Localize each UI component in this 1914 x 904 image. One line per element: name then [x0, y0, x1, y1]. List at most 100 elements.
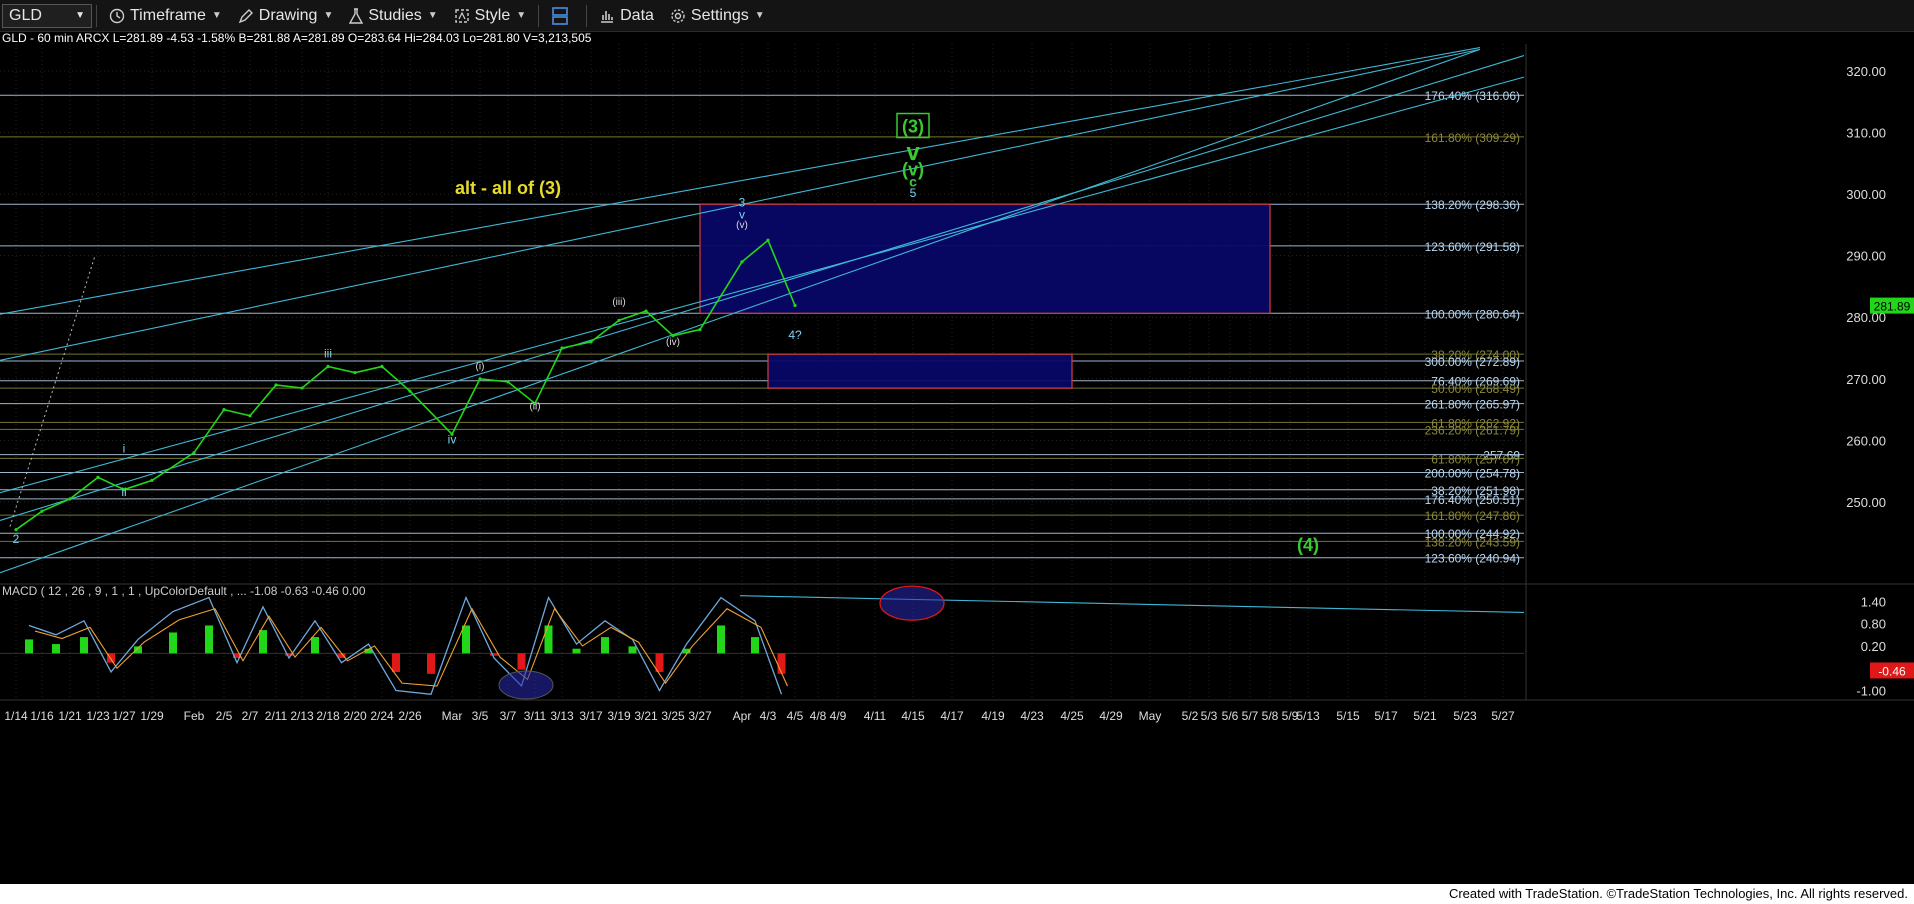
- studies-button[interactable]: Studies ▼: [341, 0, 445, 31]
- bar-chart-icon: [601, 10, 614, 23]
- macd-tick-label: -1.00: [1856, 684, 1886, 699]
- fib-level-label: 138.20% (298.36): [1425, 198, 1520, 212]
- date-tick-label: 2/20: [343, 709, 367, 723]
- date-tick-label: 2/11: [265, 709, 288, 723]
- date-tick-label: 2/26: [398, 709, 422, 723]
- macd-header: MACD ( 12 , 26 , 9 , 1 , 1 , UpColorDefa…: [2, 584, 366, 598]
- macd-histogram-bar: [427, 653, 435, 674]
- footer-bar: Created with TradeStation. ©TradeStation…: [0, 884, 1914, 904]
- date-tick-label: 5/8: [1262, 709, 1279, 723]
- price-point: [408, 389, 412, 393]
- fib-level-label: 100.00% (280.64): [1425, 307, 1520, 321]
- flask-icon: [349, 7, 364, 24]
- chevron-down-icon: ▼: [516, 10, 527, 21]
- macd-histogram-bar: [25, 639, 33, 654]
- macd-last-value: -0.46: [1878, 664, 1906, 678]
- style-button[interactable]: Style ▼: [446, 0, 534, 31]
- chevron-down-icon: ▼: [211, 10, 222, 21]
- date-tick-label: 2/18: [316, 709, 340, 723]
- fib-level-label: 161.80% (309.29): [1425, 131, 1520, 145]
- date-tick-label: 4/29: [1099, 709, 1123, 723]
- price-point: [222, 407, 226, 412]
- price-point: [300, 386, 304, 390]
- settings-button[interactable]: Settings ▼: [662, 0, 773, 31]
- wave-label: (ii): [529, 402, 540, 413]
- price-point: [644, 309, 648, 313]
- clock-icon: [109, 8, 125, 23]
- style-icon: [454, 8, 469, 23]
- price-point: [248, 414, 252, 418]
- date-tick-label: 4/23: [1020, 709, 1044, 723]
- date-tick-label: 4/8: [810, 709, 827, 723]
- price-chart[interactable]: 176.40% (316.06)161.80% (309.29)138.20% …: [0, 32, 1914, 884]
- macd-tick-label: 0.20: [1861, 639, 1886, 654]
- date-tick-label: 5/17: [1374, 709, 1398, 723]
- wave-label: i: [123, 442, 126, 456]
- wave-label: alt - all of (3): [455, 178, 561, 198]
- price-point: [380, 364, 384, 369]
- symbol-selector[interactable]: GLD ▼: [2, 3, 92, 28]
- fib-level-label: 176.40% (250.51): [1425, 493, 1520, 507]
- symbol-info-line: GLD - 60 min ARCX L=281.89 -4.53 -1.58% …: [2, 32, 592, 45]
- macd-histogram-bar: [205, 625, 213, 654]
- date-tick-label: 3/7: [500, 709, 517, 723]
- date-tick-label: 4/25: [1060, 709, 1084, 723]
- timeframe-label: Timeframe: [130, 6, 206, 24]
- date-tick-label: 4/5: [787, 709, 804, 723]
- symbol-value: GLD: [9, 6, 42, 24]
- date-tick-label: 5/7: [1242, 709, 1259, 723]
- wave-label: (v): [736, 220, 748, 231]
- date-tick-label: 4/15: [901, 709, 925, 723]
- date-tick-label: 3/21: [634, 709, 658, 723]
- timeframe-button[interactable]: Timeframe ▼: [101, 0, 230, 31]
- price-point: [326, 364, 330, 369]
- date-tick-label: 3/13: [550, 709, 574, 723]
- date-tick-label: 5/6: [1222, 709, 1239, 723]
- fib-level-label: 261.80% (265.97): [1425, 398, 1520, 412]
- date-tick-label: Feb: [184, 709, 205, 723]
- style-label: Style: [474, 6, 511, 24]
- fib-level-label: 61.80% (257.07): [1431, 452, 1520, 466]
- date-tick-label: 3/25: [661, 709, 685, 723]
- fib-level-label: 236.20% (261.79): [1425, 423, 1520, 437]
- price-point: [192, 451, 196, 455]
- price-point: [766, 238, 770, 242]
- macd-tick-label: 1.40: [1861, 594, 1886, 609]
- macd-histogram-bar: [169, 632, 177, 654]
- toolbar-divider: [586, 4, 588, 27]
- wave-label: 4?: [788, 328, 802, 342]
- macd-histogram-bar: [462, 625, 470, 654]
- macd-histogram-bar: [52, 644, 60, 654]
- date-tick-label: 4/17: [940, 709, 964, 723]
- layout-button[interactable]: [543, 0, 582, 31]
- toolbar-divider: [538, 4, 540, 27]
- macd-histogram-bar: [517, 653, 526, 670]
- toolbar-divider: [96, 4, 97, 27]
- price-point: [478, 377, 482, 381]
- date-tick-label: 2/7: [242, 709, 259, 723]
- date-tick-label: Apr: [733, 709, 752, 723]
- fib-level-label: 50.00% (268.49): [1431, 382, 1520, 396]
- data-button[interactable]: Data: [591, 0, 662, 31]
- date-tick-label: 1/29: [140, 709, 164, 723]
- date-tick-label: 1/14: [4, 709, 28, 723]
- price-point: [506, 380, 510, 384]
- date-tick-label: 5/2: [1182, 709, 1199, 723]
- price-tick-label: 260.00: [1846, 433, 1886, 448]
- date-tick-label: 1/27: [112, 709, 136, 723]
- drawing-label: Drawing: [258, 6, 318, 24]
- drawing-button[interactable]: Drawing ▼: [230, 0, 342, 31]
- wave-label: (3): [902, 117, 924, 137]
- macd-histogram-bar: [80, 637, 88, 654]
- price-point: [793, 303, 797, 308]
- price-point: [150, 478, 154, 483]
- date-tick-label: 3/19: [607, 709, 631, 723]
- studies-label: Studies: [368, 6, 422, 24]
- price-point: [274, 383, 278, 387]
- price-tick-label: 250.00: [1846, 495, 1886, 510]
- chevron-down-icon: ▼: [427, 10, 438, 21]
- date-tick-label: 4/19: [981, 709, 1005, 723]
- price-tick-label: 320.00: [1846, 64, 1886, 79]
- toolbar: GLD ▼ Timeframe ▼ Drawing ▼ Studies ▼ Style…: [0, 0, 1914, 32]
- fib-level-label: 123.60% (240.94): [1425, 552, 1520, 566]
